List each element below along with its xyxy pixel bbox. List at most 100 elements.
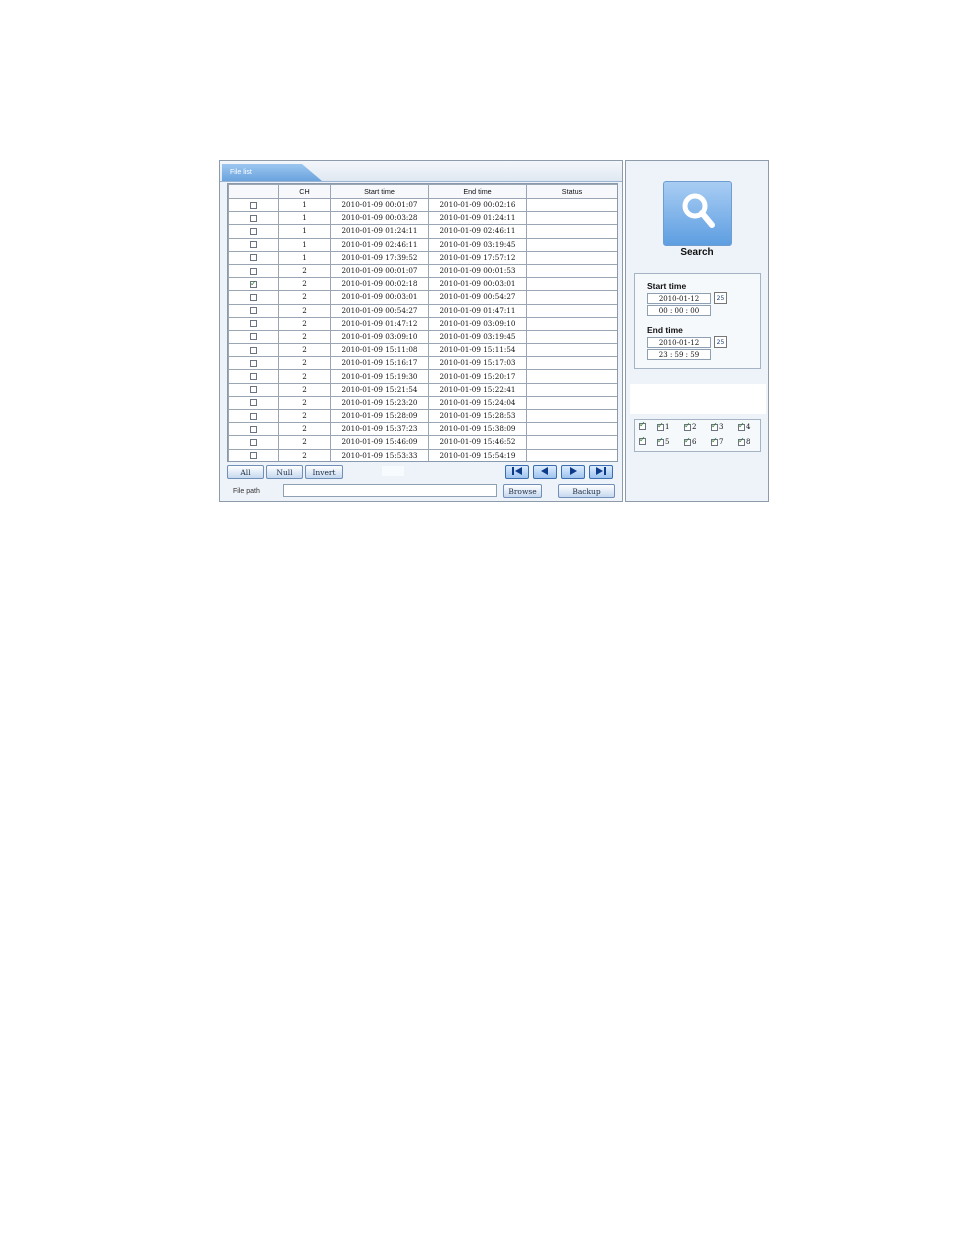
channel-all-checkbox[interactable]: [639, 420, 646, 430]
next-page-icon[interactable]: [561, 465, 585, 479]
tab-file-list[interactable]: File list: [222, 164, 322, 181]
row-checkbox-cell[interactable]: [228, 343, 279, 358]
channel-checkbox-6[interactable]: 6: [684, 436, 696, 446]
row-checkbox[interactable]: [250, 254, 257, 262]
table-row[interactable]: 1 2010-01-09 00:03:28 2010-01-09 01:24:11: [228, 211, 617, 226]
first-page-icon[interactable]: [505, 465, 529, 479]
channel-checkbox-4[interactable]: 4: [738, 421, 751, 431]
channel-checkbox-7[interactable]: 7: [711, 436, 723, 446]
start-calendar-icon[interactable]: 25: [714, 292, 727, 304]
row-checkbox[interactable]: [250, 412, 257, 420]
row-channel: 2: [278, 263, 331, 279]
previous-page-icon[interactable]: [533, 465, 557, 479]
row-checkbox-cell[interactable]: [228, 250, 279, 265]
row-checkbox-cell[interactable]: [228, 356, 279, 371]
end-calendar-icon[interactable]: 25: [714, 336, 727, 348]
start-date-field[interactable]: 2010-01-12: [647, 293, 711, 304]
browse-button[interactable]: Browse: [503, 484, 542, 498]
row-checkbox-cell[interactable]: [228, 329, 279, 345]
table-row[interactable]: 1 2010-01-09 02:46:11 2010-01-09 03:19:45: [228, 237, 617, 252]
table-row[interactable]: 2 2010-01-09 15:37:23 2010-01-09 15:38:09: [228, 422, 617, 437]
table-row[interactable]: 1 2010-01-09 01:24:11 2010-01-09 02:46:11: [228, 224, 617, 239]
row-checkbox[interactable]: [250, 279, 257, 290]
file-table-container[interactable]: CH Start time End time Status 1 2010-01-0…: [227, 183, 618, 462]
row-checkbox[interactable]: [250, 293, 257, 301]
row-checkbox-cell[interactable]: [228, 448, 279, 461]
channel-checkbox-3[interactable]: 3: [711, 421, 723, 431]
search-button[interactable]: [663, 181, 732, 246]
channel-checkbox-8[interactable]: 8: [738, 436, 750, 446]
row-checkbox[interactable]: [250, 386, 257, 394]
start-hour[interactable]: 00: [659, 307, 668, 315]
table-row[interactable]: 2 2010-01-09 15:11:08 2010-01-09 15:11:54: [228, 343, 617, 358]
row-checkbox[interactable]: [250, 438, 257, 446]
row-checkbox[interactable]: [250, 267, 257, 275]
row-checkbox-cell[interactable]: [228, 422, 279, 437]
row-checkbox-cell[interactable]: [228, 197, 279, 213]
row-checkbox-cell[interactable]: [228, 382, 279, 397]
start-minute[interactable]: 00: [675, 307, 684, 315]
start-time-field[interactable]: 00 : 00 : 00: [647, 305, 711, 316]
row-checkbox-cell[interactable]: [228, 290, 279, 305]
end-time-field[interactable]: 23 : 59 : 59: [647, 349, 711, 360]
row-checkbox-cell[interactable]: [228, 211, 279, 226]
table-row[interactable]: 2 2010-01-09 15:46:09 2010-01-09 15:46:52: [228, 435, 617, 450]
row-checkbox-cell[interactable]: [228, 316, 279, 331]
row-checkbox[interactable]: [250, 399, 257, 407]
row-checkbox-cell[interactable]: [228, 277, 279, 292]
table-row[interactable]: 1 2010-01-09 00:01:07 2010-01-09 00:02:16: [228, 197, 617, 213]
table-row[interactable]: 2 2010-01-09 15:16:17 2010-01-09 15:17:03: [228, 356, 617, 371]
select-none-button[interactable]: Null: [266, 465, 303, 479]
row-checkbox[interactable]: [250, 241, 257, 249]
row-checkbox-cell[interactable]: [228, 435, 279, 450]
table-row[interactable]: 2 2010-01-09 00:54:27 2010-01-09 01:47:11: [228, 303, 617, 318]
row-checkbox-cell[interactable]: [228, 408, 279, 424]
row-checkbox[interactable]: [250, 201, 257, 209]
table-row[interactable]: 2 2010-01-09 15:28:09 2010-01-09 15:28:53: [228, 408, 617, 424]
backup-button[interactable]: Backup: [558, 484, 615, 498]
table-row[interactable]: 2 2010-01-09 00:01:07 2010-01-09 00:01:53: [228, 263, 617, 279]
select-all-button[interactable]: All: [227, 465, 264, 479]
invert-selection-button[interactable]: Invert: [305, 465, 343, 479]
row-checkbox[interactable]: [250, 425, 257, 433]
table-row[interactable]: 2 2010-01-09 15:53:33 2010-01-09 15:54:19: [228, 448, 617, 461]
row-checkbox-cell[interactable]: [228, 237, 279, 252]
channel-all-checkbox-2[interactable]: [639, 435, 646, 445]
table-row[interactable]: 2 2010-01-09 01:47:12 2010-01-09 03:09:10: [228, 316, 617, 331]
row-end-time: 2010-01-09 03:19:45: [428, 237, 527, 252]
end-date-field[interactable]: 2010-01-12: [647, 337, 711, 348]
row-checkbox[interactable]: [250, 214, 257, 222]
channel-checkbox-2[interactable]: 2: [684, 421, 696, 431]
start-second[interactable]: 00: [690, 307, 699, 315]
row-checkbox[interactable]: [250, 333, 257, 341]
channel-checkbox-1[interactable]: 1: [657, 421, 669, 431]
end-second[interactable]: 59: [690, 351, 699, 359]
table-row[interactable]: 2 2010-01-09 15:23:20 2010-01-09 15:24:04: [228, 395, 617, 411]
end-hour[interactable]: 23: [659, 351, 668, 359]
row-checkbox[interactable]: [250, 307, 257, 315]
table-row[interactable]: 2 2010-01-09 15:21:54 2010-01-09 15:22:41: [228, 382, 617, 397]
last-page-icon[interactable]: [589, 465, 613, 479]
row-checkbox-cell[interactable]: [228, 303, 279, 318]
row-checkbox[interactable]: [250, 373, 257, 381]
end-minute[interactable]: 59: [675, 351, 684, 359]
row-checkbox-cell[interactable]: [228, 369, 279, 384]
row-checkbox[interactable]: [250, 227, 257, 235]
table-row[interactable]: 2 2010-01-09 03:09:10 2010-01-09 03:19:45: [228, 329, 617, 345]
table-row[interactable]: 2 2010-01-09 15:19:30 2010-01-09 15:20:17: [228, 369, 617, 384]
row-checkbox[interactable]: [250, 346, 257, 354]
row-start-time: 2010-01-09 15:28:09: [330, 408, 429, 424]
row-checkbox-cell[interactable]: [228, 224, 279, 239]
table-row[interactable]: 2 2010-01-09 00:03:01 2010-01-09 00:54:27: [228, 290, 617, 305]
row-checkbox[interactable]: [250, 359, 257, 367]
table-row[interactable]: 1 2010-01-09 17:39:52 2010-01-09 17:57:12: [228, 250, 617, 265]
file-path-input[interactable]: [283, 484, 497, 497]
channel-checkbox-5[interactable]: 5: [657, 436, 669, 446]
row-status: [526, 343, 617, 358]
table-row[interactable]: 22010-01-09 00:02:182010-01-09 00:03:01: [228, 277, 617, 292]
row-checkbox[interactable]: [250, 320, 257, 328]
row-checkbox-cell[interactable]: [228, 395, 279, 411]
channel-label: 4: [746, 423, 751, 431]
row-checkbox-cell[interactable]: [228, 263, 279, 279]
row-checkbox[interactable]: [250, 452, 257, 460]
